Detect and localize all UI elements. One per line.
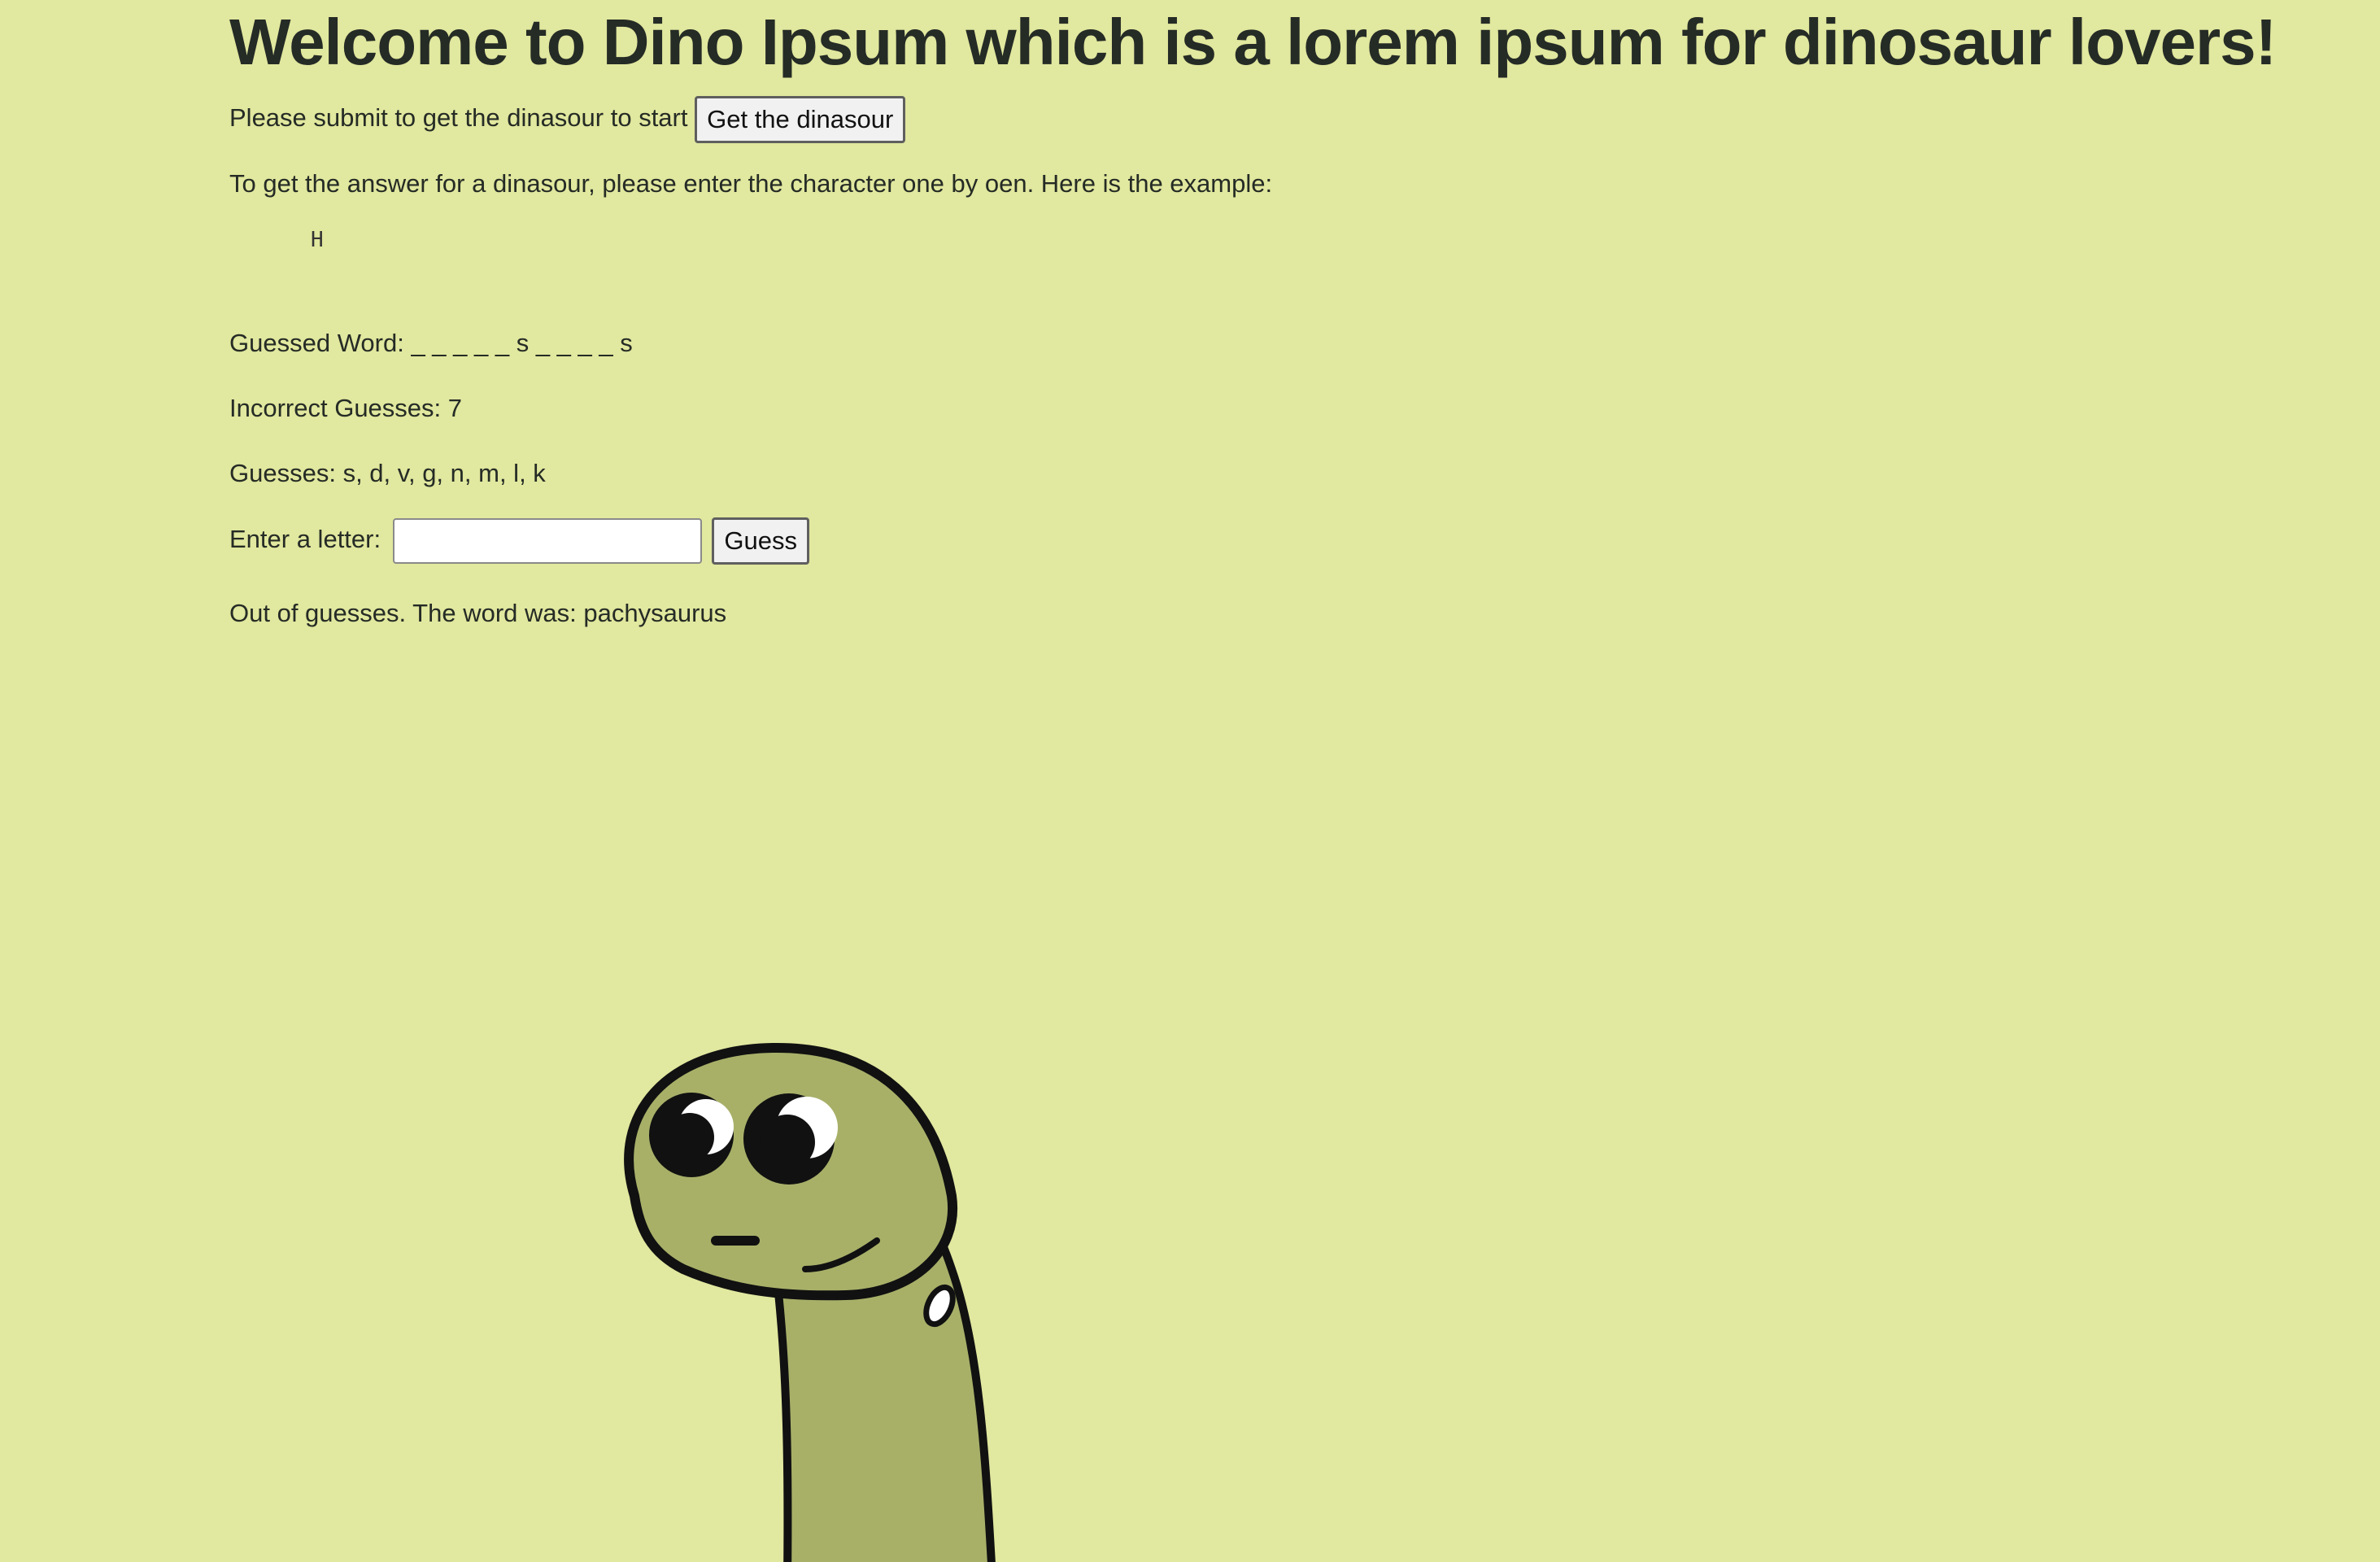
page-title: Welcome to Dino Ipsum which is a lorem i… [229, 6, 2277, 78]
guesses-row: Guesses: s, d, v, g, n, m, l, k [229, 457, 546, 490]
incorrect-guesses-row: Incorrect Guesses: 7 [229, 392, 462, 425]
guess-button[interactable]: Guess [712, 517, 809, 565]
example-letter: H [311, 228, 324, 252]
guesses-value: s, d, v, g, n, m, l, k [342, 459, 546, 487]
result-message: Out of guesses. The word was: pachysauru… [229, 599, 727, 627]
start-prompt: Please submit to get the dinasour to sta… [229, 103, 688, 133]
dinosaur-illustration [624, 1042, 996, 1562]
guess-form: Enter a letter: Guess [229, 517, 809, 565]
instructions-text: To get the answer for a dinasour, please… [229, 169, 1273, 198]
incorrect-guesses-count: 7 [447, 394, 463, 422]
start-row: Please submit to get the dinasour to sta… [229, 96, 906, 143]
enter-letter-label: Enter a letter: [229, 525, 381, 554]
guessed-word-value: _ _ _ _ _ s _ _ _ _ s [411, 329, 633, 357]
get-dinosaur-button[interactable]: Get the dinasour [695, 96, 906, 143]
guessed-word-label: Guessed Word: [229, 329, 404, 357]
guessed-word-row: Guessed Word: _ _ _ _ _ s _ _ _ _ s [229, 327, 633, 360]
incorrect-guesses-label: Incorrect Guesses: [229, 394, 442, 422]
guesses-label: Guesses: [229, 459, 336, 487]
letter-input[interactable] [392, 518, 702, 564]
